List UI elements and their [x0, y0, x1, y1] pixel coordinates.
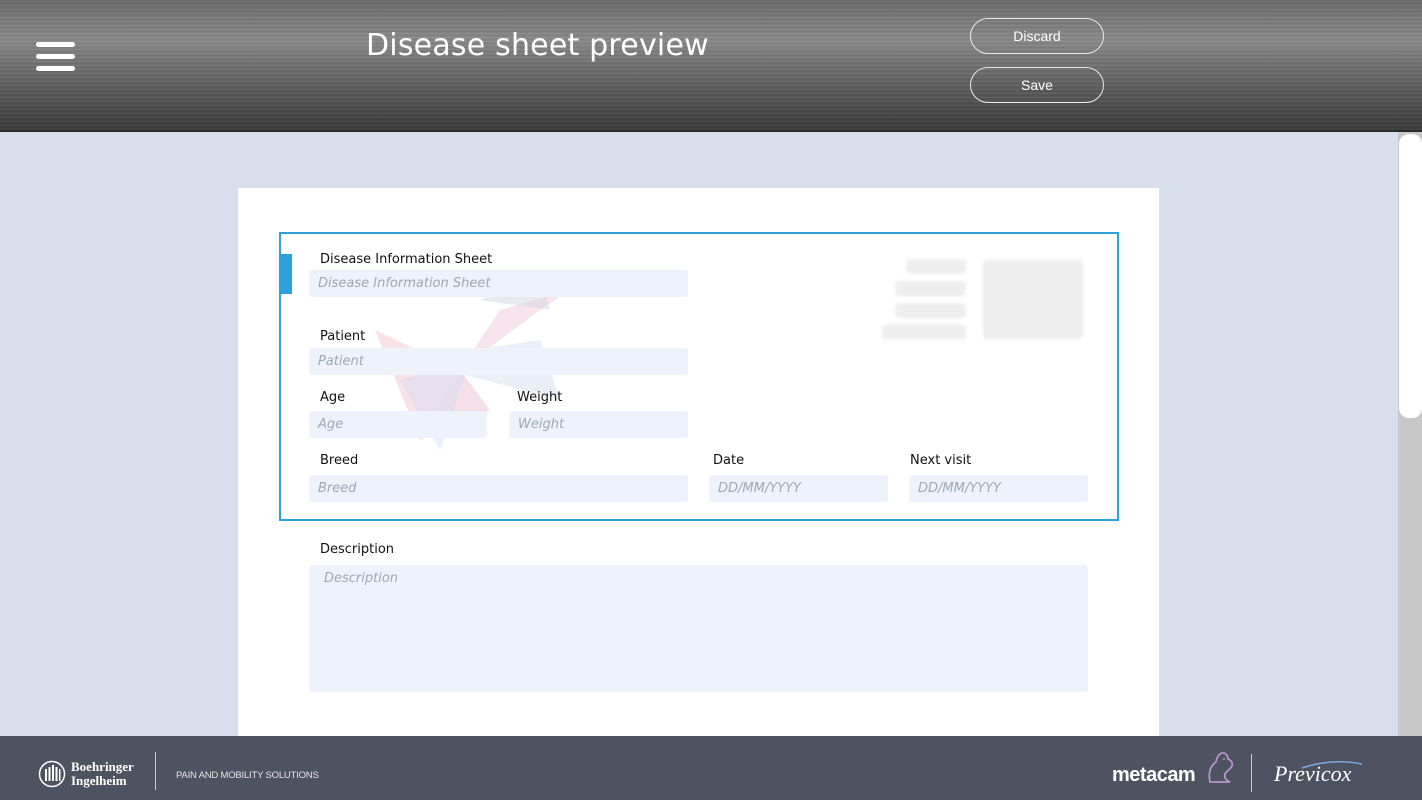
age-label: Age	[320, 390, 346, 405]
metacam-brand: metacam	[1112, 764, 1196, 786]
sheet-title-label: Disease Information Sheet	[320, 252, 493, 267]
weight-label: Weight	[517, 390, 563, 405]
block-selection-marker[interactable]	[279, 254, 292, 294]
sheet-title-field[interactable]: Disease Information Sheet	[309, 270, 688, 297]
description-label: Description	[320, 542, 395, 557]
patient-label: Patient	[320, 329, 366, 344]
blurred-text	[906, 259, 966, 274]
age-field[interactable]: Age	[309, 411, 487, 438]
logo-placeholder[interactable]	[983, 260, 1083, 339]
next-visit-field[interactable]: DD/MM/YYYY	[909, 475, 1088, 502]
date-field[interactable]: DD/MM/YYYY	[709, 475, 888, 502]
app-header	[0, 0, 1422, 132]
blurred-text	[895, 281, 966, 296]
scrollbar-thumb[interactable]	[1399, 134, 1422, 418]
discard-button[interactable]: Discard	[970, 18, 1104, 54]
description-field[interactable]: Description	[309, 565, 1088, 692]
dog-silhouette-icon	[1208, 752, 1234, 783]
company-name: Boehringer Ingelheim	[71, 759, 134, 788]
blurred-text	[882, 324, 966, 339]
date-label: Date	[713, 453, 745, 468]
weight-field[interactable]: Weight	[509, 411, 688, 438]
next-visit-label: Next visit	[910, 453, 972, 468]
breed-label: Breed	[320, 453, 359, 468]
save-button[interactable]: Save	[970, 67, 1104, 103]
page-title: Disease sheet preview	[366, 28, 709, 63]
footer-tagline: PAIN AND MOBILITY SOLUTIONS	[176, 770, 319, 781]
blurred-text	[895, 303, 966, 318]
previcox-brand: Previcox	[1274, 761, 1352, 786]
footer-divider	[155, 752, 156, 790]
brand-divider	[1251, 754, 1252, 792]
hamburger-menu-icon[interactable]	[36, 42, 76, 72]
breed-field[interactable]: Breed	[309, 475, 688, 502]
boehringer-logo-icon	[38, 760, 66, 788]
patient-field[interactable]: Patient	[309, 348, 688, 375]
